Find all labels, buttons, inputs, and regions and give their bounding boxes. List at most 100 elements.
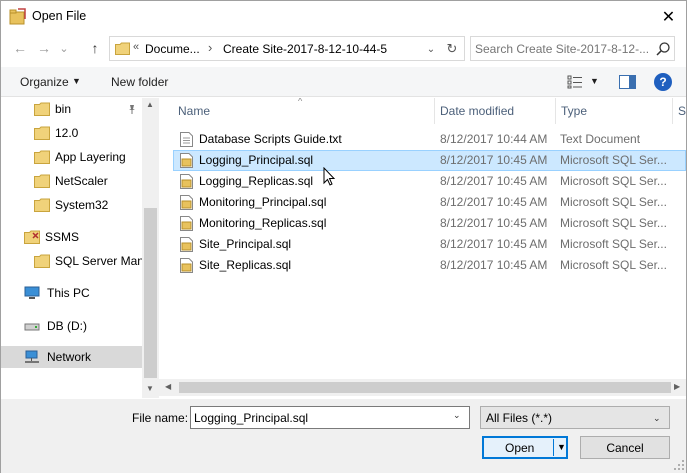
folder-icon bbox=[34, 102, 50, 116]
resize-grip-icon[interactable] bbox=[673, 459, 685, 471]
mouse-cursor-icon bbox=[323, 167, 336, 186]
nav-item-ssms[interactable]: SSMS bbox=[1, 226, 142, 248]
file-row[interactable]: Logging_Replicas.sql 8/12/2017 10:45 AM … bbox=[173, 171, 686, 192]
column-header-label: Name bbox=[178, 104, 211, 118]
pin-icon[interactable] bbox=[127, 104, 137, 114]
scroll-left-icon[interactable]: ◀ bbox=[165, 382, 171, 391]
address-overflow-icon[interactable]: « bbox=[133, 41, 139, 53]
sql-file-icon bbox=[180, 237, 193, 252]
nav-item-this-pc[interactable]: This PC bbox=[1, 282, 142, 304]
breadcrumb-create-site[interactable]: Create Site-2017-8-12-10-44-5 bbox=[223, 42, 387, 56]
nav-item-label: SSMS bbox=[45, 230, 80, 244]
up-button[interactable]: ↑ bbox=[84, 37, 106, 59]
search-box[interactable] bbox=[470, 36, 675, 61]
file-name: Monitoring_Principal.sql bbox=[199, 195, 327, 209]
folder-icon bbox=[34, 174, 50, 188]
chevron-down-icon[interactable]: ⌄ bbox=[453, 410, 461, 421]
help-glyph: ? bbox=[659, 75, 667, 89]
breadcrumb-documents[interactable]: Docume... bbox=[145, 42, 200, 56]
recent-locations-button[interactable]: ⌄ bbox=[57, 37, 71, 59]
scrollbar-thumb[interactable] bbox=[179, 382, 671, 393]
sql-file-icon bbox=[180, 258, 193, 273]
file-name-input[interactable] bbox=[194, 409, 444, 426]
split-divider bbox=[553, 439, 554, 456]
file-date: 8/12/2017 10:44 AM bbox=[440, 132, 548, 146]
drive-icon bbox=[24, 323, 40, 331]
search-icon bbox=[656, 42, 670, 56]
nav-item-label: SQL Server Mana bbox=[55, 254, 151, 268]
folder-icon bbox=[34, 254, 50, 268]
navigation-bar: ← → ⌄ ↑ « Docume... › Create Site-2017-8… bbox=[1, 34, 686, 64]
file-type: Text Document bbox=[560, 132, 641, 146]
file-row[interactable]: Site_Principal.sql 8/12/2017 10:45 AM Mi… bbox=[173, 234, 686, 255]
file-type: Microsoft SQL Ser... bbox=[560, 237, 667, 251]
forward-arrow-icon: → bbox=[37, 40, 51, 56]
new-folder-button[interactable]: New folder bbox=[111, 75, 168, 89]
up-arrow-icon: ↑ bbox=[91, 40, 99, 56]
nav-item-system32[interactable]: System32 bbox=[1, 194, 142, 216]
nav-item-network[interactable]: Network bbox=[1, 346, 142, 368]
back-button[interactable]: ← bbox=[9, 37, 31, 59]
address-dropdown-button[interactable]: ⌄ bbox=[422, 40, 440, 58]
folder-icon bbox=[34, 126, 50, 140]
chevron-down-icon: ⌄ bbox=[426, 43, 436, 55]
forward-button[interactable]: → bbox=[33, 37, 55, 59]
nav-item-label: 12.0 bbox=[55, 126, 79, 140]
file-row-selected[interactable]: Logging_Principal.sql 8/12/2017 10:45 AM… bbox=[173, 150, 686, 171]
column-header-type[interactable]: Type bbox=[556, 98, 672, 124]
file-type-filter-value: All Files (*.*) bbox=[486, 411, 553, 425]
nav-item-app-layering[interactable]: App Layering bbox=[1, 146, 142, 168]
file-row[interactable]: Site_Replicas.sql 8/12/2017 10:45 AM Mic… bbox=[173, 255, 686, 276]
breadcrumb-separator-icon[interactable]: › bbox=[208, 40, 212, 55]
sql-file-icon bbox=[180, 153, 193, 168]
help-icon[interactable]: ? bbox=[654, 73, 672, 91]
window-title: Open File bbox=[32, 9, 87, 23]
open-button[interactable]: Open ▼ bbox=[482, 436, 568, 459]
column-header-label: S bbox=[678, 104, 686, 118]
sql-file-icon bbox=[180, 195, 193, 210]
address-bar[interactable]: « Docume... › Create Site-2017-8-12-10-4… bbox=[109, 36, 465, 61]
file-date: 8/12/2017 10:45 AM bbox=[440, 258, 548, 272]
nav-item-label: System32 bbox=[55, 198, 109, 212]
file-date: 8/12/2017 10:45 AM bbox=[440, 174, 548, 188]
view-options-icon[interactable] bbox=[567, 75, 583, 89]
organize-dropdown-icon[interactable]: ▼ bbox=[72, 76, 81, 86]
nav-item-netscaler[interactable]: NetScaler bbox=[1, 170, 142, 192]
open-dropdown-icon[interactable]: ▼ bbox=[557, 442, 566, 452]
scroll-down-icon[interactable]: ▼ bbox=[146, 384, 154, 393]
file-name: Logging_Principal.sql bbox=[199, 153, 314, 167]
file-type: Microsoft SQL Ser... bbox=[560, 153, 667, 167]
title-bar: Open File ✕ bbox=[1, 1, 686, 32]
preview-pane-icon[interactable] bbox=[619, 75, 636, 89]
nav-item-12-0[interactable]: 12.0 bbox=[1, 122, 142, 144]
organize-button[interactable]: Organize bbox=[20, 75, 69, 89]
file-type-filter-select[interactable]: All Files (*.*) ⌄ bbox=[480, 406, 670, 429]
navigation-pane-scrollbar[interactable]: ▲ ▼ bbox=[142, 98, 159, 398]
sql-file-icon bbox=[180, 216, 193, 231]
column-header-name[interactable]: Name bbox=[173, 98, 435, 124]
scrollbar-thumb[interactable] bbox=[144, 208, 157, 378]
file-name: Monitoring_Replicas.sql bbox=[199, 216, 327, 230]
nav-item-bin[interactable]: bin bbox=[1, 98, 142, 120]
nav-item-label: This PC bbox=[47, 286, 90, 300]
column-header-date[interactable]: Date modified bbox=[435, 98, 555, 124]
scroll-up-icon[interactable]: ▲ bbox=[146, 100, 154, 109]
file-row[interactable]: Database Scripts Guide.txt 8/12/2017 10:… bbox=[173, 129, 686, 150]
file-name: Logging_Replicas.sql bbox=[199, 174, 314, 188]
nav-item-sql-server-management[interactable]: SQL Server Mana bbox=[1, 250, 151, 272]
scroll-right-icon[interactable]: ▶ bbox=[674, 382, 680, 391]
cancel-button[interactable]: Cancel bbox=[580, 436, 670, 459]
view-dropdown-icon[interactable]: ▼ bbox=[590, 76, 599, 86]
file-name: Site_Principal.sql bbox=[199, 237, 292, 251]
search-input[interactable] bbox=[475, 40, 651, 58]
file-name-combobox[interactable]: ⌄ bbox=[190, 406, 470, 429]
close-button[interactable]: ✕ bbox=[651, 1, 686, 32]
refresh-button[interactable]: ↻ bbox=[443, 40, 461, 58]
file-list-horizontal-scrollbar[interactable]: ◀ ▶ bbox=[159, 379, 686, 396]
file-row[interactable]: Monitoring_Replicas.sql 8/12/2017 10:45 … bbox=[173, 213, 686, 234]
file-row[interactable]: Monitoring_Principal.sql 8/12/2017 10:45… bbox=[173, 192, 686, 213]
back-arrow-icon: ← bbox=[13, 40, 27, 56]
nav-item-db-drive[interactable]: DB (D:) bbox=[1, 315, 142, 337]
column-header-size[interactable]: S bbox=[673, 98, 686, 124]
file-name-label: File name: bbox=[132, 411, 189, 425]
